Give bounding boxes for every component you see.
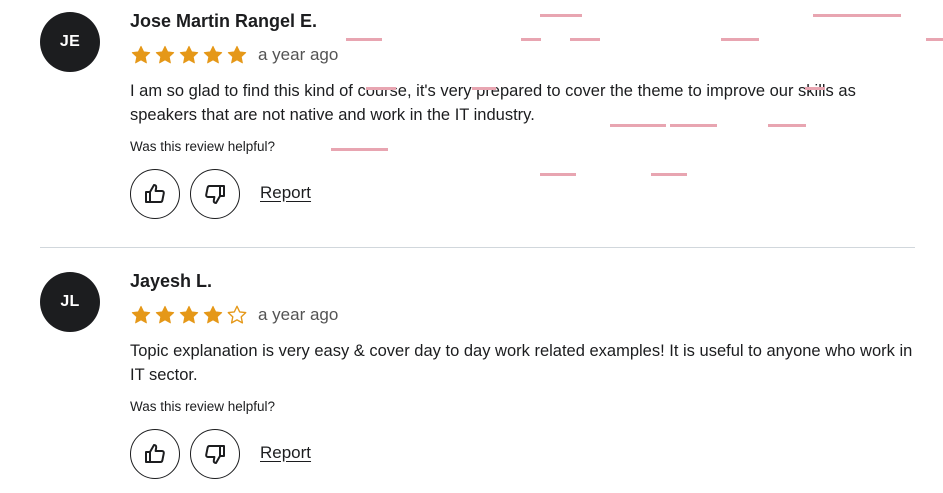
annotation-mark [670,124,717,127]
annotation-mark [472,87,496,90]
thumbs-up-button[interactable] [130,169,180,219]
report-link[interactable]: Report [260,443,311,463]
annotation-mark [926,38,943,41]
annotation-mark [521,38,541,41]
thumbs-up-icon [143,182,167,206]
avatar: JE [40,12,100,72]
annotation-mark [651,173,687,176]
star-filled-icon [178,44,200,66]
annotation-mark [540,173,576,176]
review-text: I am so glad to find this kind of course… [130,82,856,124]
star-filled-icon [178,304,200,326]
star-empty-icon [226,304,248,326]
annotation-mark [331,148,388,151]
avatar: JL [40,272,100,332]
star-rating [130,44,248,66]
thumbs-down-button[interactable] [190,429,240,479]
star-filled-icon [202,304,224,326]
annotation-mark [346,38,382,41]
review-time: a year ago [258,45,339,64]
annotation-mark [540,14,582,17]
annotation-mark [366,87,396,90]
annotation-mark [570,38,600,41]
thumbs-down-icon [203,182,227,206]
review-time: a year ago [258,305,339,324]
annotation-mark [768,124,806,127]
star-filled-icon [202,44,224,66]
star-filled-icon [226,44,248,66]
star-filled-icon [130,44,152,66]
thumbs-up-icon [143,442,167,466]
annotation-mark [805,87,825,90]
review-text: Topic explanation is very easy & cover d… [130,342,913,384]
rating-row: a year ago [130,303,338,327]
annotation-mark [721,38,759,41]
star-filled-icon [130,304,152,326]
reviewer-name: Jayesh L. [130,271,213,291]
helpful-prompt: Was this review helpful? [130,139,276,154]
rating-row: a year ago [130,43,338,67]
helpful-prompt: Was this review helpful? [130,399,276,414]
star-filled-icon [154,304,176,326]
thumbs-up-button[interactable] [130,429,180,479]
thumbs-down-button[interactable] [190,169,240,219]
thumbs-down-icon [203,442,227,466]
divider [40,247,915,248]
report-link[interactable]: Report [260,183,311,203]
star-rating [130,304,248,326]
annotation-mark [610,124,666,127]
annotation-mark [813,14,901,17]
reviewer-name: Jose Martin Rangel E. [130,11,318,31]
star-filled-icon [154,44,176,66]
